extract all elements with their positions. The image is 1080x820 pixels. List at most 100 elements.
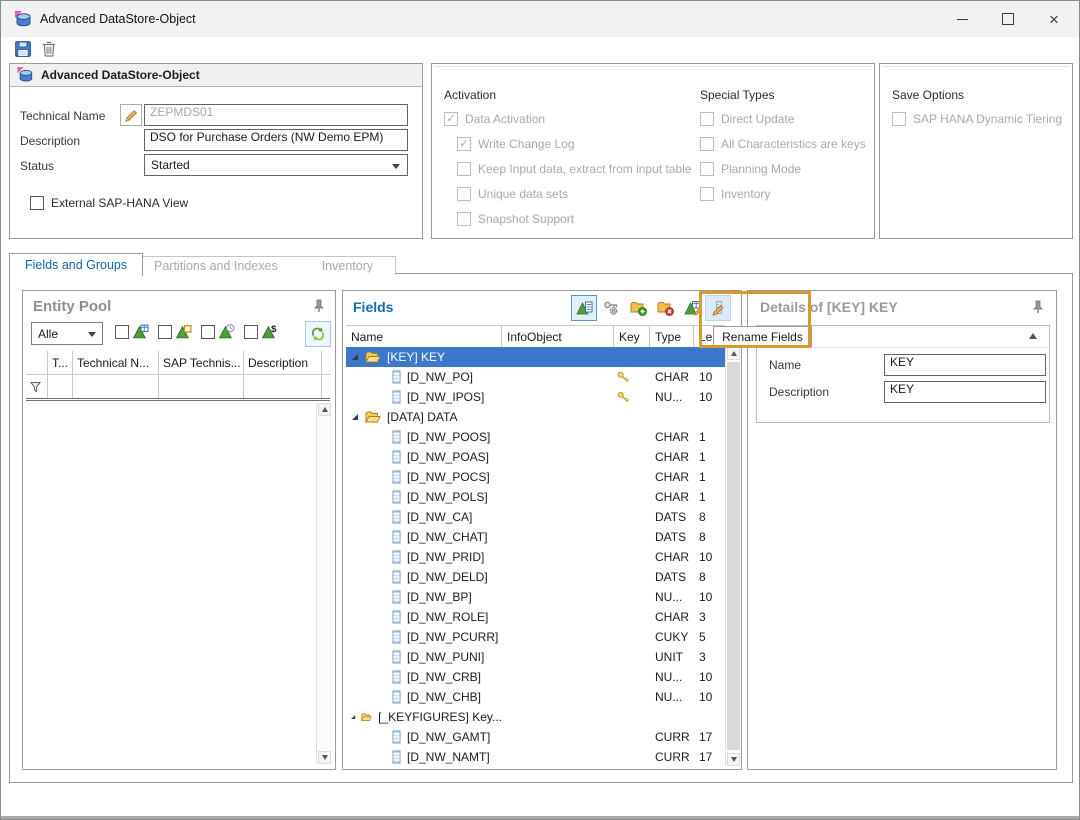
checkbox-label: Planning Mode — [721, 162, 801, 176]
refresh-button[interactable] — [305, 321, 331, 347]
entity-pool-scrollbar[interactable] — [316, 403, 332, 764]
filter-cell[interactable] — [73, 375, 159, 398]
add-group-button[interactable] — [625, 295, 651, 321]
checkbox[interactable] — [700, 112, 714, 126]
remove-group-button[interactable] — [652, 295, 678, 321]
entity-filter-select[interactable]: Alle — [31, 322, 103, 345]
fields-field-row[interactable]: [D_NW_POAS]CHAR1 — [346, 447, 725, 467]
technical-name-input[interactable]: ZEPMDS01 — [144, 104, 408, 126]
status-select[interactable]: Started — [144, 154, 408, 176]
fields-field-row[interactable]: [D_NW_PRID]CHAR10 — [346, 547, 725, 567]
scroll-up-icon[interactable] — [318, 403, 331, 416]
time-characteristic-filter-checkbox[interactable] — [201, 325, 215, 339]
fields-column-header[interactable]: InfoObject — [502, 326, 614, 348]
type-cell: CUKY — [650, 630, 694, 644]
fields-field-row[interactable]: [D_NW_CHB]NU...10 — [346, 687, 725, 707]
description-input[interactable]: DSO for Purchase Orders (NW Demo EPM) — [144, 129, 408, 151]
checkbox[interactable] — [892, 112, 906, 126]
fields-field-row[interactable]: [D_NW_NAMT]CURR17 — [346, 747, 725, 767]
scrollbar-thumb[interactable] — [727, 362, 740, 750]
entity-pool-panel: Entity Pool Alle — [22, 290, 336, 770]
fields-column-header[interactable]: Type — [650, 326, 694, 348]
checkbox[interactable]: ✓ — [457, 137, 471, 151]
close-button[interactable]: × — [1031, 1, 1077, 37]
filter-cell[interactable] — [244, 375, 322, 398]
minimize-button[interactable] — [939, 1, 985, 37]
collapse-icon[interactable] — [1029, 333, 1037, 339]
fields-field-row[interactable]: [D_NW_CHAT]DATS8 — [346, 527, 725, 547]
filter-cell[interactable] — [26, 375, 48, 398]
checkbox-label: SAP HANA Dynamic Tiering — [913, 112, 1062, 126]
expand-arrow-icon[interactable] — [349, 711, 357, 723]
filter-cell[interactable] — [48, 375, 73, 398]
scroll-up-icon[interactable] — [727, 347, 740, 360]
characteristic-filter-checkbox[interactable] — [115, 325, 129, 339]
entity-pool-column-header[interactable] — [26, 351, 48, 374]
entity-pool-column-header[interactable] — [322, 351, 330, 374]
edit-infoobjects-button[interactable] — [679, 295, 705, 321]
fields-field-row[interactable]: [D_NW_POCS]CHAR1 — [346, 467, 725, 487]
details-description-input[interactable]: KEY — [884, 381, 1046, 403]
tab-fields-and-groups[interactable]: Fields and Groups — [9, 253, 143, 276]
field-name-cell: [D_NW_NAMT] — [346, 747, 502, 767]
fields-column-header[interactable]: Name — [346, 326, 502, 348]
edit-technical-name-button[interactable] — [120, 104, 142, 126]
save-options-title: Save Options — [892, 84, 1062, 106]
type-cell: UNIT — [650, 650, 694, 664]
details-name-input[interactable]: KEY — [884, 354, 1046, 376]
fields-field-row[interactable]: [D_NW_PCURR]CUKY5 — [346, 627, 725, 647]
length-cell: 1 — [694, 450, 725, 464]
expand-arrow-icon[interactable] — [349, 411, 361, 423]
checkbox[interactable] — [457, 212, 471, 226]
fields-field-row[interactable]: [D_NW_GAMT]CURR17 — [346, 727, 725, 747]
delete-button[interactable] — [40, 40, 60, 60]
option-row: ✓Write Change Log — [457, 131, 691, 156]
filter-cell[interactable] — [322, 375, 330, 398]
manage-keys-button[interactable] — [598, 295, 624, 321]
save-button[interactable] — [14, 40, 34, 60]
fields-field-row[interactable]: [D_NW_POOS]CHAR1 — [346, 427, 725, 447]
fields-group-row[interactable]: [_KEYFIGURES] Key... — [346, 707, 725, 727]
fields-field-row[interactable]: [D_NW_CA]DATS8 — [346, 507, 725, 527]
checkbox-label: Unique data sets — [478, 187, 568, 201]
scroll-down-icon[interactable] — [318, 751, 331, 764]
fields-field-row[interactable]: [D_NW_POLS]CHAR1 — [346, 487, 725, 507]
tab-inventory[interactable]: Inventory — [300, 259, 395, 273]
fields-column-header[interactable]: Key — [614, 326, 650, 348]
fields-field-row[interactable]: [D_NW_BP]NU...10 — [346, 587, 725, 607]
entity-pool-column-header[interactable]: Description — [244, 351, 322, 374]
show-infoobjects-button[interactable] — [571, 295, 597, 321]
unit-characteristic-filter-checkbox[interactable] — [158, 325, 172, 339]
maximize-button[interactable] — [985, 1, 1031, 37]
characteristic-icon — [132, 323, 149, 340]
pin-icon[interactable] — [313, 299, 325, 313]
fields-field-row[interactable]: [D_NW_DELD]DATS8 — [346, 567, 725, 587]
scroll-down-icon[interactable] — [727, 753, 740, 766]
checkbox[interactable]: ✓ — [444, 112, 458, 126]
expand-arrow-icon[interactable] — [349, 351, 361, 363]
checkbox[interactable] — [700, 162, 714, 176]
external-hana-view-checkbox[interactable] — [30, 196, 44, 210]
entity-pool-column-header[interactable]: T... — [48, 351, 73, 374]
entity-pool-column-header[interactable]: Technical N... — [73, 351, 159, 374]
pin-icon[interactable] — [1032, 300, 1044, 314]
rename-fields-button[interactable] — [705, 295, 731, 321]
general-panel: Advanced DataStore-Object Technical Name… — [9, 63, 423, 239]
fields-field-row[interactable]: [D_NW_PUNI]UNIT3 — [346, 647, 725, 667]
fields-field-row[interactable]: [D_NW_PO]CHAR10 — [346, 367, 725, 387]
entity-pool-column-header[interactable]: SAP Technis... — [159, 351, 244, 374]
keyfigure-filter-checkbox[interactable] — [244, 325, 258, 339]
tab-partitions-and-indexes[interactable]: Partitions and Indexes — [132, 259, 300, 273]
checkbox[interactable] — [457, 162, 471, 176]
checkbox[interactable] — [700, 187, 714, 201]
checkbox[interactable] — [457, 187, 471, 201]
fields-scrollbar[interactable] — [725, 347, 741, 766]
fields-field-row[interactable]: [D_NW_CRB]NU...10 — [346, 667, 725, 687]
fields-group-row[interactable]: [DATA] DATA — [346, 407, 725, 427]
details-title: Details of [KEY] KEY — [760, 299, 898, 315]
fields-group-row[interactable]: [KEY] KEY — [346, 347, 725, 367]
filter-cell[interactable] — [159, 375, 244, 398]
checkbox[interactable] — [700, 137, 714, 151]
fields-field-row[interactable]: [D_NW_ROLE]CHAR3 — [346, 607, 725, 627]
fields-field-row[interactable]: [D_NW_IPOS]NU...10 — [346, 387, 725, 407]
